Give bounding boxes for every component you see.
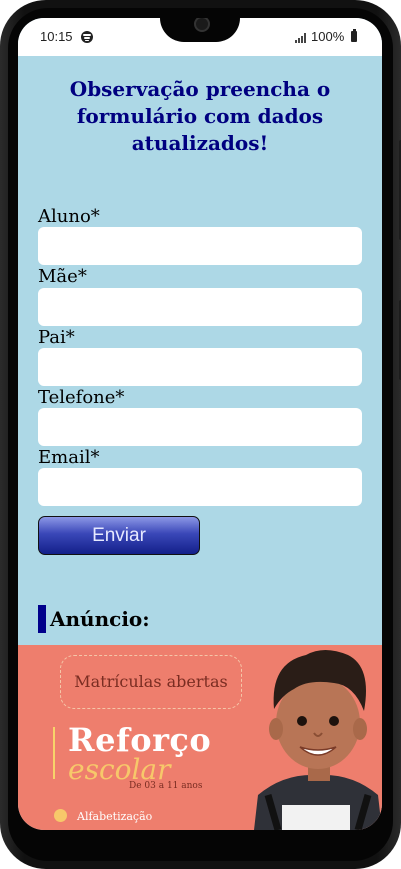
ad-banner[interactable]: Matrículas abertas Reforço escolar De 03… xyxy=(18,645,382,830)
field-label-telefone: Telefone* xyxy=(38,387,125,408)
banner-item: Alfabetização xyxy=(77,810,153,823)
battery-icon xyxy=(351,29,357,42)
front-camera xyxy=(194,18,210,32)
ad-heading-marker xyxy=(38,605,46,633)
field-label-mae: Mãe* xyxy=(38,266,87,287)
aluno-input[interactable] xyxy=(38,227,362,265)
telefone-input[interactable] xyxy=(38,408,362,446)
status-bar: 10:15 100% xyxy=(18,18,382,56)
pai-input[interactable] xyxy=(38,348,362,386)
enrollment-pill: Matrículas abertas xyxy=(60,655,242,709)
battery-percent: 100% xyxy=(311,29,345,44)
pencil-icon xyxy=(54,809,67,822)
banner-age-range: De 03 a 11 anos xyxy=(129,781,203,791)
form-note: Observação preencha o formulário com dad… xyxy=(69,77,331,155)
mae-input[interactable] xyxy=(38,288,362,326)
status-time: 10:15 xyxy=(40,29,73,44)
ad-heading: Anúncio: xyxy=(50,607,150,631)
child-photo xyxy=(254,650,382,830)
field-label-email: Email* xyxy=(38,447,100,468)
field-label-aluno: Aluno* xyxy=(38,206,100,227)
screen: 10:15 100% Observação preencha o formulá… xyxy=(18,18,382,830)
banner-divider xyxy=(53,727,55,779)
phone-frame: 10:15 100% Observação preencha o formulá… xyxy=(0,0,401,869)
camera-notch xyxy=(160,18,240,42)
spotify-icon xyxy=(81,31,93,43)
signal-icon xyxy=(295,33,309,43)
field-label-pai: Pai* xyxy=(38,327,75,348)
email-input[interactable] xyxy=(38,468,362,506)
submit-button[interactable]: Enviar xyxy=(38,516,200,555)
